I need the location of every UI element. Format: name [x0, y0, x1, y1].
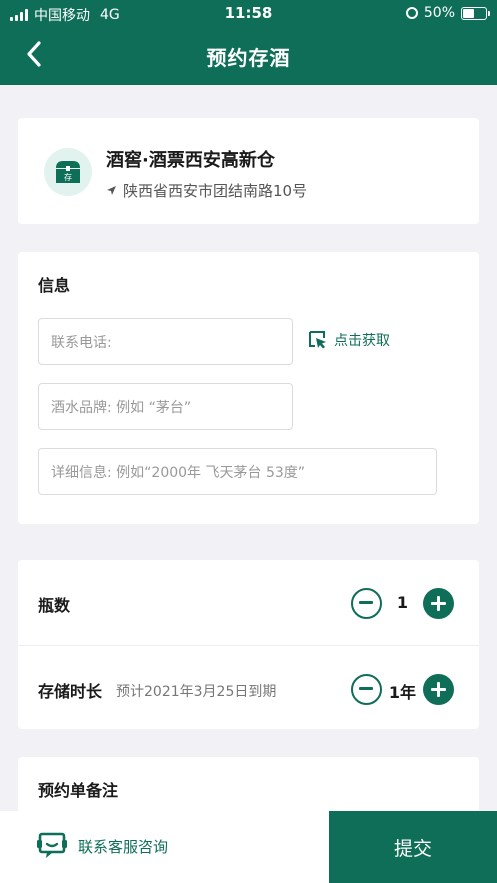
bottles-row: 瓶数 1 — [18, 560, 479, 644]
store-address-line: 陕西省西安市团结南路10号 — [106, 180, 307, 201]
store-logo-char: 存 — [64, 172, 72, 182]
store-address: 陕西省西安市团结南路10号 — [123, 182, 308, 200]
fetch-phone-label: 点击获取 — [334, 333, 390, 349]
bottles-plus-button[interactable] — [423, 588, 454, 619]
phone-placeholder: 联系电话: — [51, 334, 112, 351]
store-logo: 存 — [44, 148, 92, 196]
battery-icon — [461, 6, 490, 20]
cursor-click-icon — [309, 331, 326, 349]
detail-placeholder: 详细信息: 例如“2000年 飞天茅台 53度” — [51, 464, 306, 481]
phone-field[interactable]: 联系电话: — [38, 318, 293, 365]
status-bar: 中国移动 4G 11:58 50% — [0, 0, 497, 28]
store-card: 存 酒窖·酒票西安高新仓 陕西省西安市团结南路10号 — [18, 118, 479, 224]
brand-field[interactable]: 酒水品牌: 例如 “茅台” — [38, 383, 293, 430]
info-card: 信息 联系电话: 点击获取 酒水品牌: 例如 “茅台” 详细信息: 例如“200… — [18, 252, 479, 524]
treasure-chest-icon: 存 — [56, 161, 80, 183]
duration-minus-button[interactable] — [351, 674, 382, 705]
location-arrow-icon — [107, 186, 116, 195]
quantity-card: 瓶数 1 存储时长 预计2021年3月25日到期 1年 — [18, 560, 479, 729]
bottles-label: 瓶数 — [38, 596, 71, 615]
duration-row: 存储时长 预计2021年3月25日到期 1年 — [18, 645, 479, 729]
store-name: 酒窖·酒票西安高新仓 — [106, 150, 275, 171]
page-title: 预约存酒 — [206, 46, 291, 70]
customer-service-label: 联系客服咨询 — [78, 837, 169, 856]
battery-percent: 50% — [423, 5, 455, 21]
brand-placeholder: 酒水品牌: 例如 “茅台” — [51, 399, 192, 416]
status-right: 50% — [405, 5, 490, 21]
submit-button[interactable]: 提交 — [329, 811, 497, 883]
info-title: 信息 — [38, 276, 71, 295]
duration-label: 存储时长 — [38, 682, 103, 701]
chat-service-icon — [37, 832, 67, 858]
duration-hint: 预计2021年3月25日到期 — [116, 684, 277, 700]
duration-plus-button[interactable] — [423, 674, 454, 705]
note-card: 预约单备注 — [18, 757, 479, 817]
header-bar: 中国移动 4G 11:58 50% 预约存酒 — [0, 0, 497, 85]
bottles-minus-button[interactable] — [351, 588, 382, 619]
duration-value: 1年 — [388, 683, 417, 702]
bottom-bar: 联系客服咨询 提交 — [0, 811, 497, 883]
detail-field[interactable]: 详细信息: 例如“2000年 飞天茅台 53度” — [38, 448, 437, 495]
customer-service-button[interactable]: 联系客服咨询 — [36, 831, 168, 861]
alarm-icon — [405, 7, 418, 19]
bottles-value: 1 — [396, 593, 409, 612]
fetch-phone-link[interactable]: 点击获取 — [308, 330, 390, 350]
note-title: 预约单备注 — [38, 781, 119, 800]
